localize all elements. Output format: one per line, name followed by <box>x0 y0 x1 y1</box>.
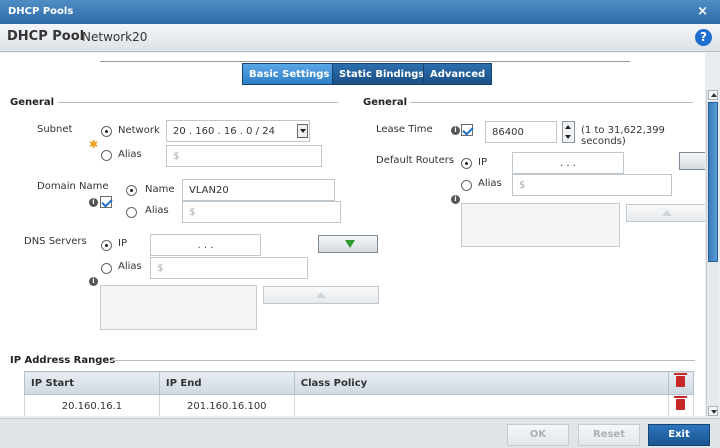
domain-name-option-label: Name <box>145 184 175 195</box>
dns-remove-button[interactable] <box>263 286 379 304</box>
scroll-up-icon[interactable] <box>708 90 718 100</box>
routers-add-button[interactable] <box>679 152 705 170</box>
dns-add-button[interactable] <box>318 235 378 253</box>
dialog-header: DHCP Pool Network20 ? <box>0 24 720 52</box>
main-content: Basic Settings Static Bindings Advanced … <box>0 53 705 416</box>
dns-info-icon[interactable]: i <box>89 277 98 286</box>
dns-alias-label: Alias <box>118 261 142 272</box>
left-general-rule <box>58 102 338 103</box>
cell-ip-start[interactable]: 20.160.16.1 <box>24 394 160 416</box>
lease-time-hint: (1 to 31,622,399 seconds) <box>581 125 665 147</box>
routers-info-icon[interactable]: i <box>451 195 460 204</box>
tab-static-bindings[interactable]: Static Bindings <box>332 63 432 85</box>
ip-ranges-rule <box>110 360 695 361</box>
subnet-alias-input[interactable]: $ <box>166 145 322 167</box>
subnet-alias-label: Alias <box>118 149 142 160</box>
domain-name-checkbox[interactable] <box>100 196 112 208</box>
routers-ip-radio[interactable] <box>461 158 472 169</box>
subnet-alias-radio[interactable] <box>101 150 112 161</box>
right-general-rule <box>410 102 693 103</box>
page-title: DHCP Pool <box>7 29 85 44</box>
domain-name-radio[interactable] <box>126 185 137 196</box>
domain-alias-radio[interactable] <box>126 207 137 218</box>
col-delete <box>667 371 695 395</box>
subnet-network-radio[interactable] <box>101 126 112 137</box>
col-ip-start[interactable]: IP Start <box>24 371 160 395</box>
window-title: DHCP Pools <box>8 6 74 17</box>
lease-time-label: Lease Time <box>376 124 433 135</box>
lease-time-checkbox[interactable] <box>461 124 473 136</box>
tab-advanced[interactable]: Advanced <box>423 63 493 85</box>
tab-divider <box>100 61 630 62</box>
delete-all-icon[interactable] <box>674 373 688 387</box>
routers-list[interactable] <box>461 203 620 247</box>
domain-alias-label: Alias <box>145 205 169 216</box>
reset-button[interactable]: Reset <box>578 424 640 446</box>
routers-remove-button[interactable] <box>626 204 705 222</box>
subnet-mask-dropdown[interactable] <box>297 124 308 138</box>
domain-name-label: Domain Name <box>37 181 109 192</box>
table-header-row: IP Start IP End Class Policy <box>24 371 695 395</box>
scroll-down-icon[interactable] <box>708 406 718 416</box>
up-arrow-icon <box>316 292 326 298</box>
pool-name: Network20 <box>82 30 148 44</box>
routers-alias-label: Alias <box>478 178 502 189</box>
dns-ip-label: IP <box>118 238 127 249</box>
right-general-title: General <box>363 97 407 108</box>
cell-delete <box>667 394 695 416</box>
col-ip-end[interactable]: IP End <box>158 371 295 395</box>
domain-name-input[interactable]: VLAN20 <box>182 179 335 201</box>
dns-servers-list[interactable] <box>100 285 257 330</box>
dns-alias-input[interactable]: $ <box>150 257 308 279</box>
subnet-network-label: Network <box>118 125 160 136</box>
ok-button[interactable]: OK <box>507 424 569 446</box>
lease-info-icon[interactable]: i <box>451 126 460 135</box>
table-row[interactable]: 20.160.16.1 201.160.16.100 <box>24 394 695 416</box>
dns-ip-input[interactable]: . . . <box>150 234 261 256</box>
tab-basic-settings[interactable]: Basic Settings <box>242 63 337 85</box>
help-icon[interactable]: ? <box>695 29 712 46</box>
ip-ranges-table: IP Start IP End Class Policy 20.160.16.1… <box>24 371 695 416</box>
dns-alias-radio[interactable] <box>101 263 112 274</box>
routers-alias-input[interactable]: $ <box>512 174 672 196</box>
required-star-icon: ✱ <box>89 138 99 151</box>
ip-ranges-title: IP Address Ranges <box>10 355 116 366</box>
col-class-policy[interactable]: Class Policy <box>293 371 669 395</box>
window-titlebar: DHCP Pools × <box>0 0 720 24</box>
lease-time-spinner[interactable] <box>562 121 575 143</box>
left-general-title: General <box>10 97 54 108</box>
dns-servers-label: DNS Servers <box>24 236 87 247</box>
cell-ip-end[interactable]: 201.160.16.100 <box>158 394 295 416</box>
routers-ip-input[interactable]: . . . <box>512 152 624 174</box>
routers-ip-label: IP <box>478 157 487 168</box>
close-icon[interactable]: × <box>697 4 708 19</box>
up-arrow-icon <box>662 210 672 216</box>
domain-info-icon[interactable]: i <box>89 198 98 207</box>
cell-class-policy[interactable] <box>293 394 669 416</box>
default-routers-label: Default Routers <box>376 155 455 166</box>
domain-alias-input[interactable]: $ <box>182 201 341 223</box>
scroll-thumb[interactable] <box>708 102 718 262</box>
dialog-footer: OK Reset Exit <box>0 418 720 448</box>
subnet-label: Subnet <box>37 124 73 135</box>
routers-alias-radio[interactable] <box>461 180 472 191</box>
subnet-input[interactable]: 20 . 160 . 16 . 0 / 24 <box>166 120 310 142</box>
exit-button[interactable]: Exit <box>648 424 710 446</box>
dns-ip-radio[interactable] <box>101 240 112 251</box>
lease-time-input[interactable]: 86400 <box>485 121 557 143</box>
delete-row-icon[interactable] <box>674 396 688 410</box>
vertical-scrollbar[interactable] <box>706 90 718 416</box>
